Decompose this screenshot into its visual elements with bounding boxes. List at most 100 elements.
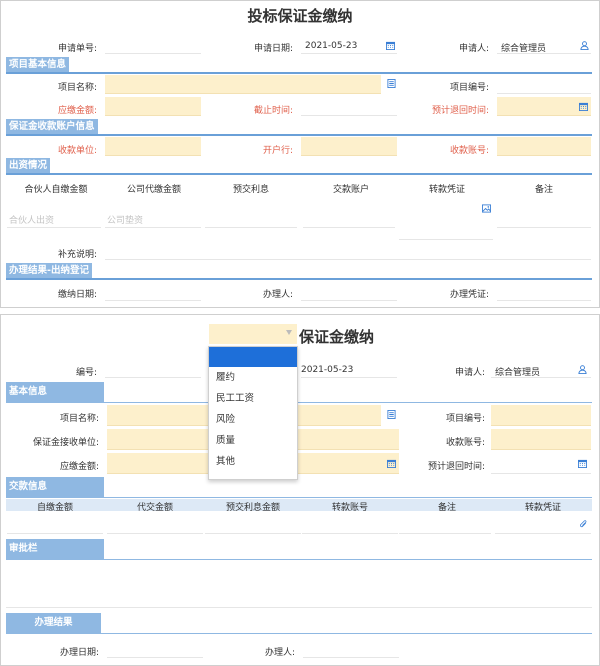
- section-project-basic: 项目基本信息: [6, 57, 592, 74]
- dropdown-option-empty[interactable]: [209, 347, 297, 367]
- divider: [6, 559, 592, 560]
- return-time-label: 预计退回时间:: [427, 462, 485, 472]
- partner-amount-input[interactable]: 合伙人出资: [7, 207, 101, 228]
- self-amount-input[interactable]: [7, 515, 103, 534]
- transfer-account-input[interactable]: [302, 515, 398, 534]
- dropdown-option[interactable]: 履约: [209, 367, 297, 388]
- apply-date-field[interactable]: 2021-05-23: [301, 38, 397, 54]
- remark-field[interactable]: [105, 241, 591, 260]
- applicant-value: 综合管理员: [501, 44, 547, 54]
- deadline-field[interactable]: [301, 97, 397, 116]
- chevron-down-icon: [286, 330, 292, 335]
- interest-amount-input[interactable]: [205, 515, 301, 534]
- pay-col-header: 代交金额: [136, 503, 173, 513]
- divider: [6, 633, 592, 634]
- voucher-field[interactable]: [497, 282, 591, 301]
- pay-col-header: 转款账号: [331, 503, 368, 513]
- dropdown-option[interactable]: 风险: [209, 409, 297, 430]
- pay-date-field[interactable]: [105, 282, 201, 301]
- voucher-upload[interactable]: [495, 515, 591, 534]
- applicant-field[interactable]: 综合管理员: [491, 361, 591, 378]
- handler-label: 办理人:: [262, 290, 293, 300]
- return-time-field[interactable]: [497, 97, 591, 116]
- section-result: 办理结果-出纳登记: [6, 263, 592, 280]
- no-label: 编号:: [75, 368, 97, 378]
- select-list-icon[interactable]: [387, 79, 396, 88]
- voucher-label: 办理凭证:: [449, 290, 489, 300]
- company-amount-input[interactable]: 公司垫资: [105, 207, 201, 228]
- remark-input[interactable]: [399, 515, 491, 534]
- calendar-icon[interactable]: [579, 102, 588, 111]
- funding-col-header: 转款凭证: [428, 185, 465, 195]
- deposit-form-panel-2: 保证金缴纳 编号: 2021-05-23 申请人: 综合管理员 基本信息 项目名…: [0, 314, 600, 666]
- handler-field[interactable]: [303, 641, 399, 658]
- return-time-field[interactable]: [491, 453, 591, 474]
- section-account: 保证金收款账户信息: [6, 119, 592, 136]
- bank-field[interactable]: [301, 137, 397, 156]
- handler-label: 办理人:: [264, 648, 295, 658]
- dropdown-option[interactable]: 其他: [209, 451, 297, 472]
- paperclip-icon[interactable]: [579, 520, 588, 529]
- no-field[interactable]: [105, 361, 201, 378]
- apply-no-field[interactable]: [105, 38, 201, 54]
- section-title: 保证金收款账户信息: [6, 119, 98, 134]
- company-amount-placeholder: 公司垫资: [107, 216, 144, 226]
- deadline-label: 截止时间:: [253, 106, 293, 116]
- pay-col-header: 预交利息金额: [225, 503, 280, 513]
- handler-field[interactable]: [301, 282, 397, 301]
- select-list-icon[interactable]: [387, 410, 396, 419]
- project-no-field[interactable]: [497, 75, 591, 94]
- project-no-label: 项目编号:: [445, 414, 485, 424]
- date-value: 2021-05-23: [301, 365, 354, 375]
- dropdown-option[interactable]: 质量: [209, 430, 297, 451]
- calendar-icon[interactable]: [387, 459, 396, 468]
- transfer-voucher-upload[interactable]: [399, 199, 493, 240]
- calendar-icon[interactable]: [386, 41, 395, 50]
- applicant-field[interactable]: 综合管理员: [497, 38, 591, 54]
- project-name-label: 项目名称:: [57, 83, 97, 93]
- interest-input[interactable]: [205, 207, 297, 228]
- dropdown-option[interactable]: 民工工资: [209, 388, 297, 409]
- divider: [6, 497, 592, 498]
- date-field[interactable]: 2021-05-23: [301, 361, 397, 378]
- deposit-type-select[interactable]: [209, 324, 297, 344]
- page-title: 投标保证金缴纳: [247, 7, 353, 25]
- receiver-label: 保证金接收单位:: [32, 438, 99, 448]
- image-icon[interactable]: [482, 204, 491, 213]
- calendar-icon[interactable]: [578, 459, 587, 468]
- account-field[interactable]: [497, 137, 591, 156]
- agent-amount-input[interactable]: [107, 515, 203, 534]
- section-title: 出资情况: [6, 158, 51, 173]
- funding-col-header: 公司代缴金额: [126, 185, 181, 195]
- page-title: 保证金缴纳: [299, 328, 375, 346]
- pay-account-input[interactable]: [303, 207, 395, 228]
- user-icon[interactable]: [580, 41, 589, 50]
- remark-input[interactable]: [497, 207, 591, 228]
- pay-amount-label: 应缴金额:: [57, 106, 97, 116]
- handle-date-field[interactable]: [107, 641, 203, 658]
- partner-amount-placeholder: 合伙人出资: [9, 216, 55, 226]
- account-field[interactable]: [491, 429, 591, 450]
- section-payment: 交款信息: [6, 477, 104, 497]
- deposit-type-dropdown: 履约 民工工资 风险 质量 其他: [208, 346, 298, 480]
- project-name-label: 项目名称:: [59, 414, 99, 424]
- section-funding: 出资情况: [6, 158, 592, 175]
- project-name-field[interactable]: [105, 75, 381, 94]
- return-time-label: 预计退回时间:: [431, 106, 489, 116]
- account-label: 收款账号:: [449, 146, 489, 156]
- pay-date-label: 缴纳日期:: [57, 290, 97, 300]
- apply-date-label: 申请日期:: [253, 44, 293, 54]
- project-no-field[interactable]: [491, 405, 591, 426]
- section-title: 办理结果-出纳登记: [6, 263, 92, 278]
- pay-amount-field[interactable]: [105, 97, 201, 116]
- pay-col-header: 备注: [437, 503, 456, 513]
- project-no-label: 项目编号:: [449, 83, 489, 93]
- pay-col-header: 转款凭证: [524, 503, 561, 513]
- remark-label: 补充说明:: [57, 250, 97, 260]
- applicant-label: 申请人:: [458, 44, 489, 54]
- payee-field[interactable]: [105, 137, 201, 156]
- user-icon[interactable]: [578, 365, 587, 374]
- approval-area: [6, 607, 592, 608]
- apply-date-value: 2021-05-23: [305, 41, 358, 51]
- funding-col-header: 合伙人自缴金额: [24, 185, 88, 195]
